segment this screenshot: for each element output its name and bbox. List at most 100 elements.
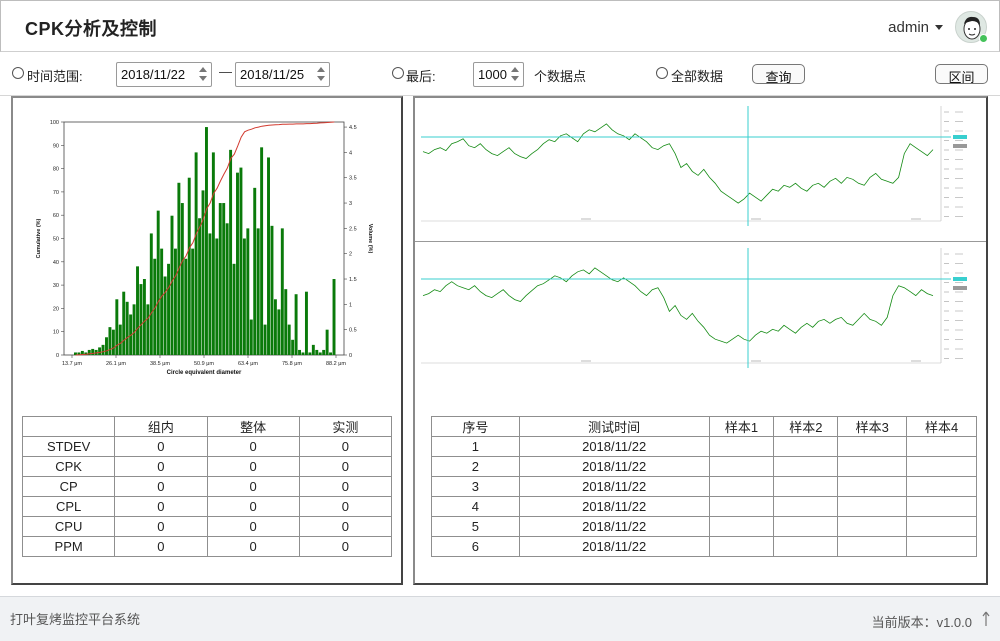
y2-tick-label: 2 <box>349 252 352 258</box>
histogram-bar <box>263 324 267 355</box>
histogram-bar <box>118 324 122 355</box>
column-header: 实测 <box>298 416 393 437</box>
spin-up-icon[interactable] <box>199 67 207 72</box>
histogram-bar <box>249 319 253 355</box>
histogram-bar <box>146 304 150 355</box>
query-button[interactable]: 查询 <box>752 64 805 85</box>
histogram-bar <box>191 248 195 355</box>
column-header: 样本3 <box>837 416 908 437</box>
table-row: PPM 0 0 0 <box>21 536 393 557</box>
all-data-radio[interactable] <box>656 67 668 79</box>
table-cell: 0 <box>206 496 300 517</box>
histogram-bar <box>105 337 108 355</box>
table-row: CP 0 0 0 <box>21 476 393 497</box>
histogram-bar <box>125 301 129 355</box>
histogram-bar <box>318 352 322 355</box>
table-header-row: 序号 测试时间 样本1 样本2 样本3 样本4 <box>431 416 977 437</box>
chevron-down-icon[interactable] <box>935 24 943 30</box>
histogram-bar <box>173 248 177 355</box>
table-cell <box>708 456 775 477</box>
histogram-bar <box>139 284 143 355</box>
table-cell: CPK <box>21 456 116 477</box>
table-row: 4 2018/11/22 <box>431 496 977 517</box>
x-tick-label: 63.4 μm <box>238 361 258 367</box>
user-menu[interactable]: admin <box>888 11 988 43</box>
table-cell: 0 <box>206 436 300 457</box>
histogram-bar <box>160 248 164 355</box>
table-cell <box>906 496 977 517</box>
range-button[interactable]: 区间 <box>935 64 988 85</box>
user-name[interactable]: admin <box>888 19 929 36</box>
table-row: CPK 0 0 0 <box>21 456 393 477</box>
table-row: 6 2018/11/22 <box>431 536 977 557</box>
last-label: 最后: <box>406 69 436 84</box>
last-count-input[interactable]: 1000 <box>473 62 524 87</box>
y-axis-label: Cumulative (%) <box>36 218 42 258</box>
spin-up-icon[interactable] <box>511 67 519 72</box>
histogram-bar <box>308 352 312 355</box>
histogram-bar <box>284 289 288 355</box>
histogram-bar <box>322 349 326 355</box>
histogram-bar <box>132 304 136 355</box>
y-tick-label: 90 <box>53 143 59 149</box>
start-date-input[interactable]: 2018/11/22 <box>116 62 212 87</box>
filter-toolbar: 时间范围: 2018/11/22 — 2018/11/25 最后: 1000 个… <box>0 52 1000 96</box>
time-range-radio[interactable] <box>12 67 24 79</box>
table-row: CPU 0 0 0 <box>21 516 393 537</box>
spin-down-icon[interactable] <box>317 76 325 81</box>
end-date-input[interactable]: 2018/11/25 <box>235 62 330 87</box>
start-date-spinner[interactable] <box>197 66 209 83</box>
histogram-bar <box>211 152 215 355</box>
y-tick-label: 10 <box>53 330 59 336</box>
histogram-bar <box>246 228 250 355</box>
histogram-bar <box>242 238 246 355</box>
column-header: 样本2 <box>773 416 839 437</box>
table-cell: 0 <box>298 456 393 477</box>
end-date-value: 2018/11/25 <box>240 67 305 82</box>
histogram-bar <box>208 233 212 355</box>
histogram-bar <box>101 344 105 355</box>
y-tick-label: 30 <box>53 283 59 289</box>
histogram-bar <box>277 309 281 355</box>
histogram-bar <box>142 279 146 355</box>
histogram-bar <box>270 225 274 355</box>
y2-tick-label: 1 <box>349 302 352 308</box>
y2-axis-label: Volume (%) <box>367 224 373 254</box>
spin-up-icon[interactable] <box>317 67 325 72</box>
table-cell <box>773 496 839 517</box>
histogram-bar <box>215 238 219 355</box>
histogram-bar <box>170 215 174 355</box>
last-points-radio[interactable] <box>392 67 404 79</box>
histogram-bar <box>260 147 264 355</box>
histogram-bar <box>156 210 160 355</box>
table-cell: 0 <box>298 476 393 497</box>
avatar[interactable] <box>955 11 988 43</box>
spin-down-icon[interactable] <box>199 76 207 81</box>
end-date-spinner[interactable] <box>315 66 327 83</box>
x-tick-label: 50.9 μm <box>194 361 214 367</box>
histogram-bar <box>122 291 126 355</box>
table-row: CPL 0 0 0 <box>21 496 393 517</box>
table-row: 3 2018/11/22 <box>431 476 977 497</box>
table-cell <box>837 436 908 457</box>
all-data-label: 全部数据 <box>671 69 724 84</box>
table-cell <box>773 456 839 477</box>
scroll-top-icon[interactable] <box>982 611 990 627</box>
histogram-bar <box>163 276 167 355</box>
histogram-bar <box>108 327 112 355</box>
y2-tick-label: 3.5 <box>349 176 357 182</box>
last-count-spinner[interactable] <box>509 66 521 83</box>
y-tick-label: 0 <box>56 353 59 359</box>
y-tick-label: 70 <box>53 190 59 196</box>
capability-panel: 0 10 20 30 40 50 60 70 80 90 100 0 0.5 1 1.5 2 2.5 3 3.5 4 4… <box>11 96 403 585</box>
table-cell: 2 <box>431 456 520 477</box>
table-cell: 2018/11/22 <box>518 496 710 517</box>
histogram-bar <box>111 329 115 355</box>
points-label: 个数据点 <box>534 69 587 84</box>
table-cell: CP <box>21 476 116 497</box>
table-cell: 3 <box>431 476 520 497</box>
table-cell: PPM <box>21 536 116 557</box>
table-cell: 1 <box>431 436 520 457</box>
chart-divider <box>415 241 986 242</box>
spin-down-icon[interactable] <box>511 76 519 81</box>
